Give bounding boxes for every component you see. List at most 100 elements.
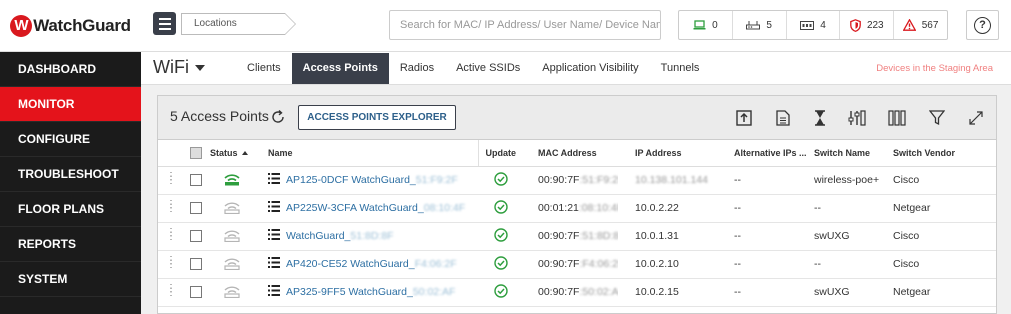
row-ip-cell: 10.0.1.31	[618, 222, 731, 251]
staging-area-link[interactable]: Devices in the Staging Area	[876, 63, 993, 74]
wifi-offline-icon	[223, 201, 241, 217]
tab-radios[interactable]: Radios	[389, 52, 445, 85]
switch-name-header[interactable]: Switch Name	[811, 140, 890, 167]
wifi-dropdown[interactable]: WiFi	[153, 57, 205, 78]
tab-access-points[interactable]: Access Points	[291, 53, 389, 84]
stats-summary: 0 5 4 223 567	[678, 10, 948, 40]
search-input[interactable]	[389, 10, 661, 40]
drag-handle-icon: ⋮ ⋮	[166, 171, 176, 186]
mac-header-label: MAC Address	[538, 147, 597, 158]
logo-area[interactable]: W WatchGuard	[0, 0, 141, 52]
row-drag-handle[interactable]: ⋮ ⋮	[158, 278, 180, 307]
details-list-icon[interactable]	[268, 285, 280, 299]
row-status-cell	[210, 222, 260, 251]
report-button[interactable]	[773, 108, 793, 128]
row-drag-handle[interactable]: ⋮ ⋮	[158, 166, 180, 195]
sidebar-item-system[interactable]: SYSTEM	[0, 262, 141, 297]
status-header[interactable]: Status	[210, 140, 260, 167]
row-drag-handle[interactable]: ⋮ ⋮	[158, 250, 180, 279]
access-points-explorer-button[interactable]: ACCESS POINTS EXPLORER	[298, 105, 456, 130]
ap-name-link[interactable]: WatchGuard_	[286, 230, 350, 242]
update-header[interactable]: Update	[477, 140, 522, 167]
details-list-icon[interactable]	[268, 257, 280, 271]
alt-ips: --	[734, 174, 741, 186]
stat-access-points-value: 5	[766, 19, 772, 31]
row-ip-cell: 10.138.101.144	[618, 166, 731, 195]
ap-name-link[interactable]: AP420-CE52 WatchGuard_	[286, 258, 415, 270]
row-checkbox[interactable]	[190, 258, 202, 271]
alt-ips-header[interactable]: Alternative IPs ...	[731, 140, 811, 167]
ap-name-link[interactable]: AP325-9FF5 WatchGuard_	[286, 286, 413, 298]
export-button[interactable]	[734, 108, 754, 128]
table-row[interactable]: ⋮ ⋮ AP325-9FF5 WatchGuard_50:02:AF 00:90:7F…	[158, 278, 996, 307]
refresh-icon[interactable]	[270, 109, 286, 125]
name-header[interactable]: Name	[260, 140, 478, 167]
ip-address: 10.138.101.144	[635, 174, 708, 186]
status-header-label: Status	[210, 147, 238, 158]
stat-security[interactable]: 223	[840, 11, 895, 39]
stat-alerts[interactable]: 567	[894, 11, 947, 39]
ap-name-link[interactable]: AP125-0DCF WatchGuard_	[286, 174, 416, 186]
switch-vendor: Cisco	[893, 174, 920, 186]
help-button[interactable]: ?	[966, 10, 999, 40]
details-list-icon[interactable]	[268, 229, 280, 243]
tab-tunnels[interactable]: Tunnels	[650, 52, 711, 85]
history-button[interactable]	[810, 108, 830, 128]
sidebar-item-reports[interactable]: REPORTS	[0, 227, 141, 262]
stat-switches[interactable]: 4	[787, 11, 841, 39]
stat-access-points[interactable]: 5	[733, 11, 787, 39]
table-row[interactable]: ⋮ ⋮ AP125-0DCF WatchGuard_51:F9:2F 00:90:7F…	[158, 166, 996, 195]
filter-button[interactable]	[927, 108, 947, 128]
row-switch-name-cell: --	[811, 250, 890, 279]
row-checkbox[interactable]	[190, 202, 202, 215]
mac-header[interactable]: MAC Address	[522, 140, 618, 167]
panel-header: 5 Access Points ACCESS POINTS EXPLORER	[158, 96, 996, 140]
filter-settings-button[interactable]	[847, 108, 867, 128]
panel-title: 5 Access Points	[170, 108, 269, 124]
row-checkbox[interactable]	[190, 174, 202, 187]
ap-name-blurred: 51:8D:8F	[350, 229, 394, 242]
hamburger-menu-button[interactable]	[153, 12, 176, 35]
tab-application-visibility[interactable]: Application Visibility	[531, 52, 649, 85]
alt-ips: --	[734, 202, 741, 214]
row-update-cell	[478, 222, 522, 251]
row-checkbox[interactable]	[190, 230, 202, 243]
ap-name-blurred: 50:02:AF	[412, 285, 456, 298]
stat-clients[interactable]: 0	[679, 11, 733, 39]
row-drag-handle[interactable]: ⋮ ⋮	[158, 194, 180, 223]
table-row[interactable]: ⋮ ⋮ AP420-CE52 WatchGuard_F4:06:2F 00:90:7F…	[158, 250, 996, 279]
ap-name-link[interactable]: AP225W-3CFA WatchGuard_	[286, 202, 424, 214]
details-list-icon[interactable]	[268, 173, 280, 187]
tab-clients[interactable]: Clients	[236, 52, 292, 85]
sort-ascending-icon	[241, 151, 248, 156]
row-name-cell: AP420-CE52 WatchGuard_F4:06:2F	[260, 250, 478, 279]
table-row[interactable]: ⋮ ⋮ AP225W-3CFA WatchGuard_08:10:4F 00:01:2…	[158, 194, 996, 223]
sidebar-item-floor-plans[interactable]: FLOOR PLANS	[0, 192, 141, 227]
table-row[interactable]: ⋮⋮ WatchGuard_51:8D:8F 00:90:7F:51:8D:8F 10…	[158, 222, 996, 251]
stat-security-value: 223	[866, 19, 884, 31]
select-all-checkbox[interactable]	[190, 146, 202, 159]
sidebar-item-configure[interactable]: CONFIGURE	[0, 122, 141, 157]
alt-ips-header-label: Alternative IPs ...	[734, 147, 807, 158]
mac-address: 00:90:7F	[538, 258, 580, 270]
filter-icon	[929, 110, 945, 126]
row-drag-handle[interactable]: ⋮ ⋮	[158, 222, 180, 251]
tab-active-ssids[interactable]: Active SSIDs	[445, 52, 531, 85]
columns-button[interactable]	[887, 108, 907, 128]
switch-vendor-header[interactable]: Switch Vendor	[890, 140, 996, 167]
drag-handle-icon: ⋮ ⋮	[166, 227, 176, 242]
switch-vendor: Netgear	[893, 202, 931, 214]
breadcrumb-locations[interactable]: Locations	[181, 13, 296, 35]
sidebar-item-dashboard[interactable]: DASHBOARD	[0, 52, 141, 87]
ip-header[interactable]: IP Address	[618, 140, 731, 167]
laptop-icon	[693, 20, 706, 30]
wifi-title-label: WiFi	[153, 57, 189, 77]
row-checkbox[interactable]	[190, 286, 202, 299]
expand-button[interactable]	[966, 108, 986, 128]
shield-icon	[850, 18, 861, 32]
sidebar-item-troubleshoot[interactable]: TROUBLESHOOT	[0, 157, 141, 192]
row-mac-cell: 00:01:21:08:10:4F	[522, 194, 618, 223]
details-list-icon[interactable]	[268, 201, 280, 215]
sidebar-item-monitor[interactable]: MONITOR	[0, 87, 141, 122]
expand-icon	[969, 111, 983, 125]
